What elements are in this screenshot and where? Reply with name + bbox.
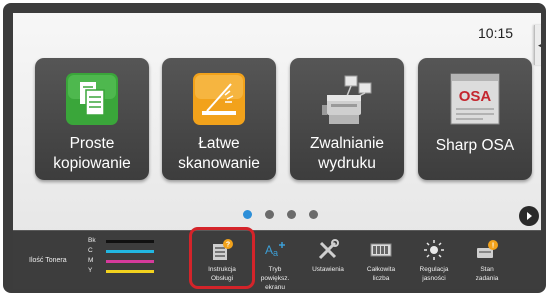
brightness-icon: [424, 240, 444, 260]
toner-level-bk: Bk: [88, 237, 158, 246]
bottom-status-bar: Ilość Tonera Bk C M Y ? Instrukcja Obsłu…: [13, 230, 541, 289]
clock: 10:15: [478, 25, 514, 41]
tile-label: Sharp OSA: [418, 136, 532, 156]
arrow-left-icon: ◀: [538, 40, 541, 51]
svg-text:OSA: OSA: [459, 88, 492, 105]
tile-label-line: Proste: [69, 135, 115, 152]
play-right-icon: [527, 212, 532, 220]
svg-text:a: a: [273, 248, 278, 258]
job-status-button[interactable]: ! Stan zadania: [459, 234, 515, 289]
toner-label: Ilość Tonera: [29, 257, 67, 264]
function-label: Stan zadania: [459, 265, 515, 283]
toner-bar: [106, 270, 154, 273]
function-label: Regulacja jasności: [406, 265, 462, 283]
tile-label-line: Łatwe: [198, 135, 240, 152]
function-label-line: liczba: [372, 275, 390, 282]
side-panel-tab[interactable]: ◀: [534, 25, 541, 65]
print-release-icon: [322, 75, 372, 124]
function-label: Całkowita liczba: [353, 265, 409, 283]
function-label-line: Regulacja: [419, 266, 449, 273]
touch-screen: 10:15 ◀ Proste kopiowanie: [13, 13, 541, 289]
tile-label-line: Sharp OSA: [435, 137, 515, 154]
function-label-line: Całkowita: [366, 266, 396, 273]
function-label: Ustawienia: [300, 265, 356, 274]
toner-bar: [106, 260, 154, 263]
function-label-line: Ustawienia: [312, 266, 344, 273]
total-count-button[interactable]: Całkowita liczba: [353, 234, 409, 289]
device-frame: 10:15 ◀ Proste kopiowanie: [3, 3, 546, 293]
toner-code: Y: [88, 267, 93, 274]
zoom-mode-icon: A a: [265, 242, 285, 258]
page-dot[interactable]: [265, 210, 274, 219]
toner-bar: [106, 250, 154, 253]
tile-label-line: Zwalnianie: [309, 135, 385, 152]
tile-sharp-osa[interactable]: OSA Sharp OSA: [418, 58, 532, 180]
copy-icon: [66, 73, 118, 125]
toner-bar: [106, 240, 154, 243]
function-label-line: Stan: [480, 266, 494, 273]
page-indicator: [243, 210, 318, 222]
tile-label-line: kopiowanie: [53, 155, 131, 172]
page-dot[interactable]: [309, 210, 318, 219]
tile-label: Proste kopiowanie: [35, 134, 149, 174]
function-label: Tryb powiększ. ekranu: [247, 265, 303, 289]
tile-print-release[interactable]: Zwalnianie wydruku: [290, 58, 404, 180]
function-label-line: powiększ.: [260, 275, 290, 282]
function-label-line: zadania: [475, 275, 499, 282]
function-label-line: Tryb: [268, 266, 282, 273]
svg-text:!: !: [492, 243, 494, 250]
job-status-icon: !: [477, 240, 498, 258]
highlight-frame: [189, 227, 255, 289]
tile-label: Zwalnianie wydruku: [290, 134, 404, 174]
zoom-mode-button[interactable]: A a Tryb powiększ. ekranu: [247, 234, 303, 289]
tile-easy-scan[interactable]: Łatwe skanowanie: [162, 58, 276, 180]
scan-icon: [193, 73, 245, 125]
counter-icon: [370, 243, 392, 257]
svg-text:A: A: [265, 243, 273, 257]
function-label-line: jasności: [422, 275, 446, 282]
toner-level-c: C: [88, 247, 158, 256]
page-dot[interactable]: [287, 210, 296, 219]
tile-label: Łatwe skanowanie: [162, 134, 276, 174]
tile-label-line: skanowanie: [178, 155, 260, 172]
toner-level-m: M: [88, 257, 158, 266]
brightness-button[interactable]: Regulacja jasności: [406, 234, 462, 289]
next-page-button[interactable]: [519, 206, 539, 226]
tile-label-line: wydruku: [318, 155, 376, 172]
toner-level-y: Y: [88, 267, 158, 276]
tile-simple-copy[interactable]: Proste kopiowanie: [35, 58, 149, 180]
sharp-osa-icon: OSA: [450, 73, 500, 125]
function-label-line: ekranu: [265, 284, 285, 289]
settings-tools-icon: [318, 239, 339, 260]
page-dot[interactable]: [243, 210, 252, 219]
settings-button[interactable]: Ustawienia: [300, 234, 356, 289]
toner-code: C: [88, 247, 93, 254]
toner-code: M: [88, 257, 94, 264]
toner-code: Bk: [88, 237, 96, 244]
